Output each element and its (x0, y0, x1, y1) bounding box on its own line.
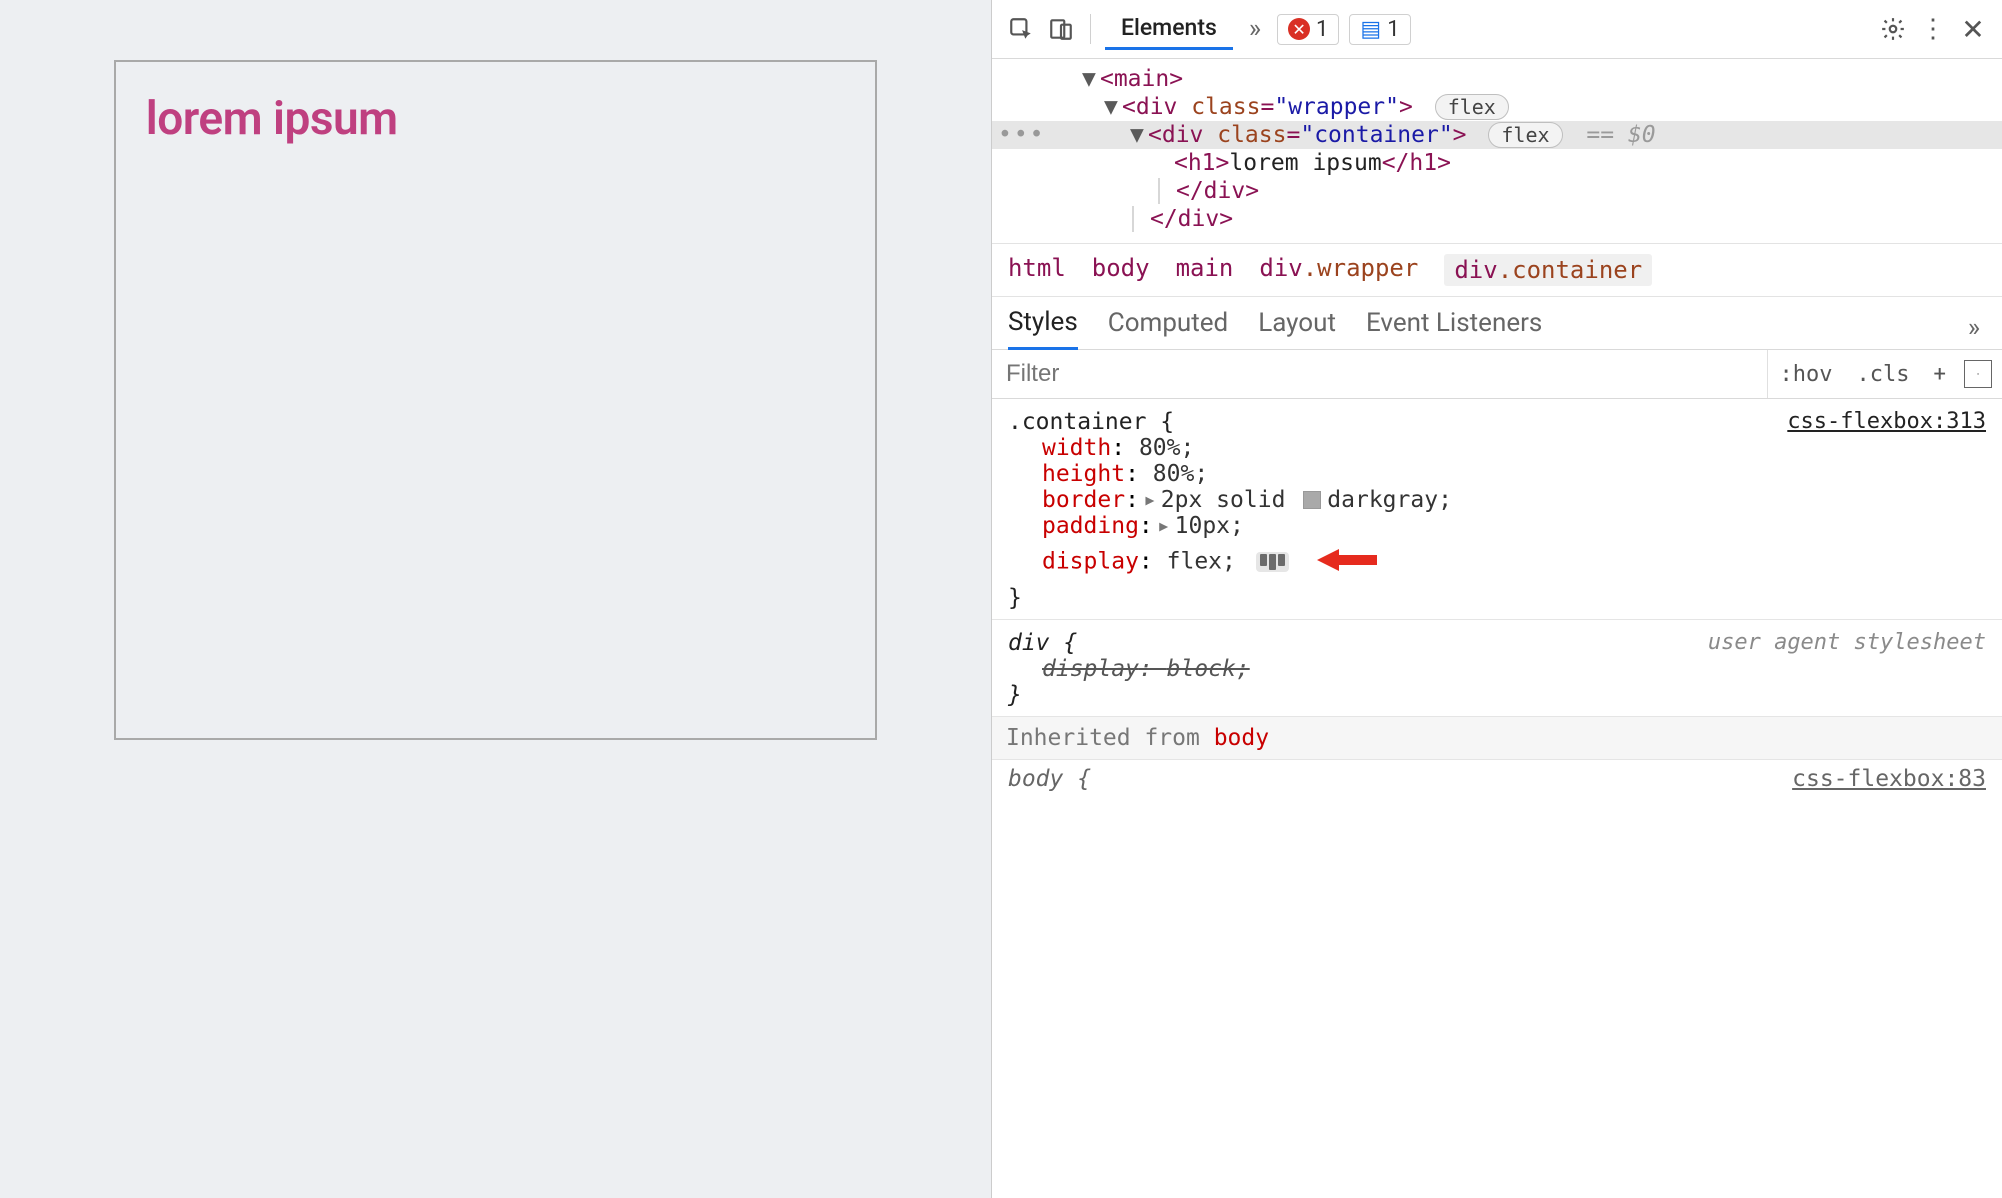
rule-source-link[interactable]: css-flexbox:313 (1787, 409, 1986, 434)
flex-badge[interactable]: flex (1488, 122, 1562, 148)
subtab-event-listeners[interactable]: Event Listeners (1366, 308, 1542, 348)
crumb-container[interactable]: div.container (1444, 254, 1652, 286)
crumb-main[interactable]: main (1176, 254, 1234, 286)
decl-height[interactable]: height: 80%; (1042, 461, 1986, 487)
inspect-element-icon[interactable] (1006, 14, 1036, 44)
disclosure-triangle-icon[interactable]: ▼ (1082, 66, 1100, 92)
error-badge[interactable]: ✕ 1 (1277, 14, 1339, 45)
inherited-from-selector[interactable]: body (1214, 725, 1269, 751)
color-swatch-icon[interactable] (1303, 491, 1321, 509)
rule-div-ua[interactable]: user agent stylesheet div { display: blo… (992, 620, 2002, 717)
rule-body-peek[interactable]: body { css-flexbox:83 (992, 760, 2002, 798)
toolbar-divider (1090, 14, 1091, 44)
more-subtabs-chevron-icon[interactable]: » (1962, 313, 1986, 343)
new-rule-button[interactable]: + (1922, 354, 1958, 395)
styles-filter-row: :hov .cls + (992, 350, 2002, 399)
styles-filter-input[interactable] (992, 350, 1768, 398)
crumb-body[interactable]: body (1092, 254, 1150, 286)
tab-elements[interactable]: Elements (1105, 8, 1233, 50)
decl-padding[interactable]: padding:▸10px; (1042, 513, 1986, 539)
error-circle-icon: ✕ (1288, 18, 1310, 40)
inherited-label: Inherited from (1006, 725, 1214, 751)
flexbox-editor-icon[interactable] (1256, 552, 1289, 572)
dom-node-container-selected[interactable]: ••• ▼<div class="container"> flex == $0 (992, 121, 2002, 149)
rule-container[interactable]: css-flexbox:313 .container { width: 80%;… (992, 399, 2002, 620)
dom-node-div-close-2[interactable]: </div> (992, 205, 2002, 233)
dom-node-wrapper[interactable]: ▼<div class="wrapper"> flex (992, 93, 2002, 121)
expand-shorthand-icon[interactable]: ▸ (1157, 513, 1171, 539)
cls-toggle[interactable]: .cls (1845, 354, 1922, 395)
close-devtools-icon[interactable]: ✕ (1958, 14, 1988, 44)
more-tabs-chevron-icon[interactable]: » (1243, 14, 1267, 44)
dom-node-main[interactable]: ▼<main> (992, 65, 2002, 93)
crumb-html[interactable]: html (1008, 254, 1066, 286)
hov-toggle[interactable]: :hov (1768, 354, 1845, 395)
subtab-computed[interactable]: Computed (1108, 308, 1228, 348)
rule-selector: body { (1008, 766, 1091, 792)
more-menu-icon[interactable]: ⋮ (1918, 14, 1948, 44)
error-count: 1 (1316, 17, 1328, 42)
inherited-from-row: Inherited from body (992, 717, 2002, 760)
dom-node-div-close[interactable]: </div> (992, 177, 2002, 205)
flex-badge[interactable]: flex (1435, 94, 1509, 120)
rule-source-link[interactable]: css-flexbox:83 (1792, 766, 1986, 792)
rendered-page-viewport: lorem ipsum (0, 0, 991, 1198)
rule-selector[interactable]: .container { (1008, 409, 1174, 435)
computed-reveal-icon[interactable] (1964, 360, 1992, 388)
devtools-panel: Elements » ✕ 1 ▤ 1 ⋮ ✕ ▼<main> ▼<div cla… (991, 0, 2002, 1198)
decl-display-flex[interactable]: display: flex; (1042, 539, 1986, 585)
attr-name: class (1191, 94, 1260, 120)
subtab-styles[interactable]: Styles (1008, 307, 1078, 350)
disclosure-triangle-icon[interactable]: ▼ (1104, 94, 1122, 120)
attr-value: "wrapper" (1274, 94, 1399, 120)
disclosure-triangle-icon[interactable]: ▼ (1130, 122, 1148, 148)
expand-shorthand-icon[interactable]: ▸ (1143, 487, 1157, 513)
rule-close-brace: } (1008, 682, 1022, 708)
message-icon: ▤ (1360, 17, 1381, 42)
style-rules: css-flexbox:313 .container { width: 80%;… (992, 399, 2002, 1198)
selected-ref: == $0 (1586, 122, 1655, 148)
page-heading: lorem ipsum (146, 92, 845, 146)
dom-breadcrumbs: html body main div.wrapper div.container (992, 243, 2002, 297)
decl-width[interactable]: width: 80%; (1042, 435, 1986, 461)
subtab-layout[interactable]: Layout (1258, 308, 1336, 348)
messages-badge[interactable]: ▤ 1 (1349, 14, 1410, 45)
decl-border[interactable]: border:▸2px solid darkgray; (1042, 487, 1986, 513)
dom-node-h1[interactable]: <h1>lorem ipsum</h1> (992, 149, 2002, 177)
messages-count: 1 (1387, 17, 1399, 42)
annotation-arrow-icon (1317, 539, 1377, 585)
device-toggle-icon[interactable] (1046, 14, 1076, 44)
rule-close-brace: } (1008, 585, 1022, 611)
container-box: lorem ipsum (114, 60, 877, 740)
decl-display-block-overridden: display: block; (1042, 656, 1986, 682)
dom-tree[interactable]: ▼<main> ▼<div class="wrapper"> flex ••• … (992, 59, 2002, 243)
devtools-toolbar: Elements » ✕ 1 ▤ 1 ⋮ ✕ (992, 0, 2002, 59)
styles-subtabs: Styles Computed Layout Event Listeners » (992, 297, 2002, 350)
dom-tag: <main> (1100, 66, 1183, 92)
row-handle-icon[interactable]: ••• (998, 122, 1046, 148)
settings-gear-icon[interactable] (1878, 14, 1908, 44)
ua-stylesheet-label: user agent stylesheet (1708, 630, 1986, 655)
rule-selector: div { (1008, 630, 1077, 656)
crumb-wrapper[interactable]: div.wrapper (1259, 254, 1418, 286)
